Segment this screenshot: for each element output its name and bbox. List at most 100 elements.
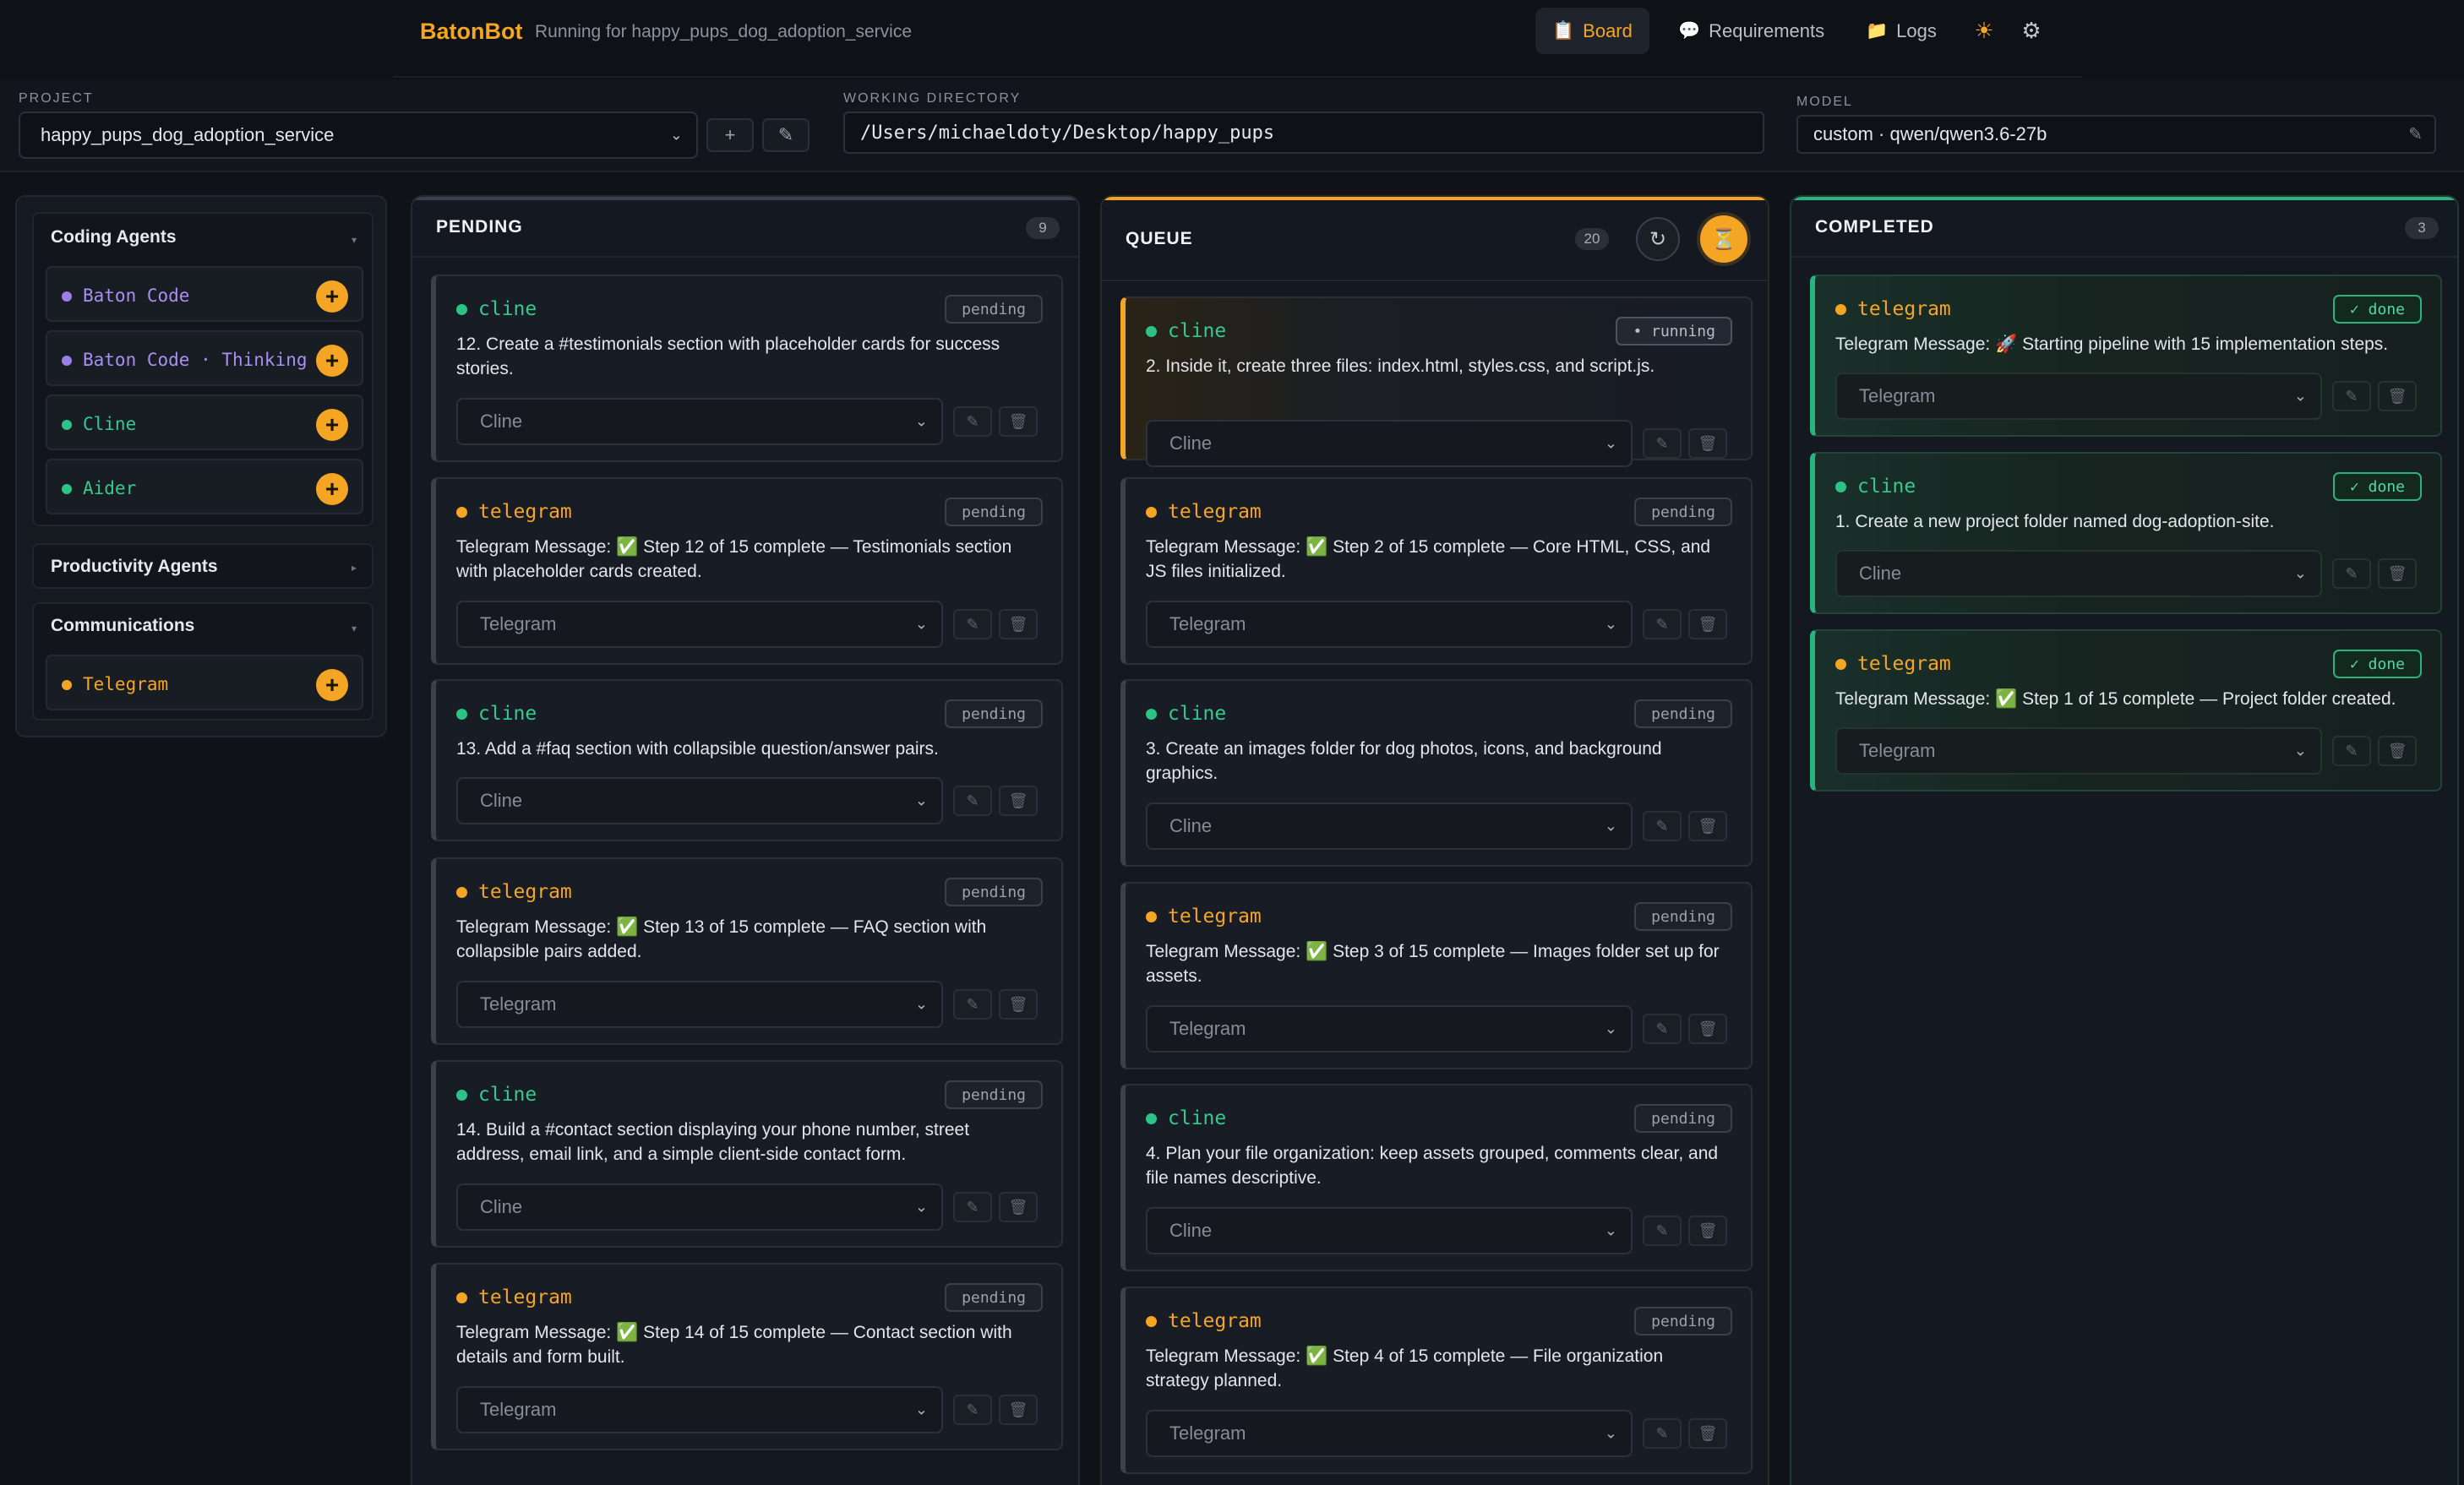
delete-card-button[interactable]: 🗑 <box>999 609 1038 639</box>
edit-card-button[interactable]: ✎ <box>2332 736 2371 766</box>
agent-baton-code[interactable]: Baton Code + <box>46 266 363 322</box>
task-card[interactable]: telegram pending Telegram Message: ✅ Step … <box>431 857 1063 1045</box>
card-agent-name: cline <box>1168 703 1227 725</box>
theme-toggle-sun-icon[interactable]: ☀ <box>1969 15 1999 46</box>
task-card[interactable]: cline pending 12. Create a #testimonials s… <box>431 275 1063 462</box>
edit-card-button[interactable]: ✎ <box>1643 428 1682 459</box>
settings-gear-icon[interactable]: ⚙ <box>2016 15 2047 46</box>
card-agent-select[interactable]: Cline ⌄ <box>1835 550 2322 597</box>
edit-card-button[interactable]: ✎ <box>953 406 992 437</box>
card-agent-select-value: Cline <box>1169 815 1213 836</box>
edit-card-button[interactable]: ✎ <box>1643 811 1682 841</box>
edit-card-button[interactable]: ✎ <box>1643 1216 1682 1246</box>
delete-card-button[interactable]: 🗑 <box>999 1395 1038 1425</box>
agent-aider[interactable]: Aider + <box>46 459 363 514</box>
card-agent-select[interactable]: Telegram ⌄ <box>1146 1005 1633 1053</box>
edit-card-button[interactable]: ✎ <box>1643 1014 1682 1044</box>
tab-board-label: Board <box>1583 19 1633 41</box>
card-agent-select[interactable]: Telegram ⌄ <box>1835 373 2322 420</box>
edit-card-button[interactable]: ✎ <box>2332 381 2371 411</box>
pencil-icon[interactable]: ✎ <box>2408 124 2423 145</box>
add-agent-button[interactable]: + <box>316 669 348 701</box>
card-agent-select[interactable]: Cline ⌄ <box>456 398 943 445</box>
model-selector[interactable]: custom · qwen/qwen3.6-27b ✎ <box>1796 115 2436 154</box>
add-agent-button[interactable]: + <box>316 409 348 441</box>
edit-card-button[interactable]: ✎ <box>1643 1418 1682 1449</box>
edit-card-button[interactable]: ✎ <box>953 1395 992 1425</box>
project-select[interactable]: happy_pups_dog_adoption_service ⌄ <box>19 112 698 159</box>
delete-card-button[interactable]: 🗑 <box>999 1192 1038 1222</box>
task-card[interactable]: cline pending 13. Add a #faq section with … <box>431 679 1063 841</box>
edit-card-button[interactable]: ✎ <box>953 1192 992 1222</box>
card-agent-select[interactable]: Telegram ⌄ <box>1146 601 1633 648</box>
edit-card-button[interactable]: ✎ <box>1643 609 1682 639</box>
column-queue: QUEUE 20 ↻ ⏳ cline • running 2. Inside it,… <box>1100 195 1769 1485</box>
pencil-icon: ✎ <box>1655 615 1669 633</box>
group-title[interactable]: Communications <box>51 616 194 636</box>
delete-card-button[interactable]: 🗑 <box>2378 381 2417 411</box>
card-agent-select[interactable]: Cline ⌄ <box>456 777 943 824</box>
status-dot <box>1835 481 1846 492</box>
working-directory-input[interactable]: /Users/michaeldoty/Desktop/happy_pups <box>843 112 1764 154</box>
delete-card-button[interactable]: 🗑 <box>1688 1014 1727 1044</box>
refresh-icon[interactable]: ↻ <box>1636 217 1680 261</box>
add-agent-button[interactable]: + <box>316 280 348 313</box>
task-card[interactable]: telegram pending Telegram Message: ✅ Step … <box>1120 1286 1753 1474</box>
add-project-button[interactable]: + <box>706 118 754 152</box>
task-card[interactable]: telegram pending Telegram Message: ✅ Step … <box>1120 882 1753 1069</box>
app-brand[interactable]: BatonBot <box>420 17 522 46</box>
card-agent-select[interactable]: Cline ⌄ <box>1146 420 1633 467</box>
collapse-caret-icon[interactable]: ▸ <box>352 562 357 574</box>
task-card[interactable]: cline • running 2. Inside it, create three… <box>1120 296 1753 467</box>
task-card[interactable]: telegram ✓ done Telegram Message: 🚀 Starti… <box>1810 275 2442 437</box>
delete-card-button[interactable]: 🗑 <box>1688 1216 1727 1246</box>
task-card[interactable]: cline pending 4. Plan your file organizati… <box>1120 1084 1753 1271</box>
task-card[interactable]: cline pending 3. Create an images folder f… <box>1120 679 1753 867</box>
delete-card-button[interactable]: 🗑 <box>1688 609 1727 639</box>
delete-card-button[interactable]: 🗑 <box>999 406 1038 437</box>
edit-project-button[interactable]: ✎ <box>762 118 810 152</box>
task-card[interactable]: telegram ✓ done Telegram Message: ✅ Step 1… <box>1810 629 2442 791</box>
group-communications: Communications ▾ Telegram + <box>32 602 373 721</box>
card-agent-select[interactable]: Telegram ⌄ <box>456 1386 943 1433</box>
agent-telegram[interactable]: Telegram + <box>46 655 363 710</box>
delete-card-button[interactable]: 🗑 <box>1688 1418 1727 1449</box>
tab-requirements[interactable]: 💬 Requirements <box>1661 8 1841 54</box>
task-card[interactable]: cline pending 14. Build a #contact section… <box>431 1060 1063 1248</box>
card-agent-name: telegram <box>1168 906 1262 927</box>
task-card[interactable]: telegram pending Telegram Message: ✅ Step … <box>431 477 1063 665</box>
card-agent-select[interactable]: Telegram ⌄ <box>456 981 943 1028</box>
agent-cline[interactable]: Cline + <box>46 394 363 450</box>
delete-card-button[interactable]: 🗑 <box>999 989 1038 1020</box>
delete-card-button[interactable]: 🗑 <box>1688 811 1727 841</box>
collapse-caret-icon[interactable]: ▾ <box>352 234 357 246</box>
delete-card-button[interactable]: 🗑 <box>999 786 1038 816</box>
card-agent-select[interactable]: Telegram ⌄ <box>1146 1410 1633 1457</box>
task-card[interactable]: telegram pending Telegram Message: ✅ Step … <box>1120 477 1753 665</box>
edit-card-button[interactable]: ✎ <box>2332 558 2371 589</box>
add-agent-button[interactable]: + <box>316 473 348 505</box>
card-agent-select[interactable]: Cline ⌄ <box>456 1183 943 1231</box>
edit-card-button[interactable]: ✎ <box>953 609 992 639</box>
add-agent-button[interactable]: + <box>316 345 348 377</box>
card-agent-select[interactable]: Telegram ⌄ <box>456 601 943 648</box>
group-title[interactable]: Coding Agents <box>51 227 177 248</box>
edit-card-button[interactable]: ✎ <box>953 786 992 816</box>
edit-card-button[interactable]: ✎ <box>953 989 992 1020</box>
delete-card-button[interactable]: 🗑 <box>2378 558 2417 589</box>
agent-baton-code-thinking[interactable]: Baton Code · Thinking + <box>46 330 363 386</box>
group-title[interactable]: Productivity Agents <box>51 557 218 577</box>
delete-card-button[interactable]: 🗑 <box>2378 736 2417 766</box>
tab-board[interactable]: 📋 Board <box>1535 8 1649 54</box>
tab-logs[interactable]: 📁 Logs <box>1849 8 1954 54</box>
card-agent-select[interactable]: Telegram ⌄ <box>1835 727 2322 775</box>
task-card[interactable]: telegram pending Telegram Message: ✅ Step … <box>431 1263 1063 1450</box>
delete-card-button[interactable]: 🗑 <box>1688 428 1727 459</box>
status-badge: pending <box>1634 699 1732 728</box>
card-agent-select[interactable]: Cline ⌄ <box>1146 1207 1633 1254</box>
collapse-caret-icon[interactable]: ▾ <box>352 623 357 634</box>
task-card[interactable]: cline ✓ done 1. Create a new project folde… <box>1810 452 2442 614</box>
project-select-value: happy_pups_dog_adoption_service <box>41 124 335 145</box>
hourglass-icon[interactable]: ⏳ <box>1700 215 1747 263</box>
card-agent-select[interactable]: Cline ⌄ <box>1146 802 1633 850</box>
